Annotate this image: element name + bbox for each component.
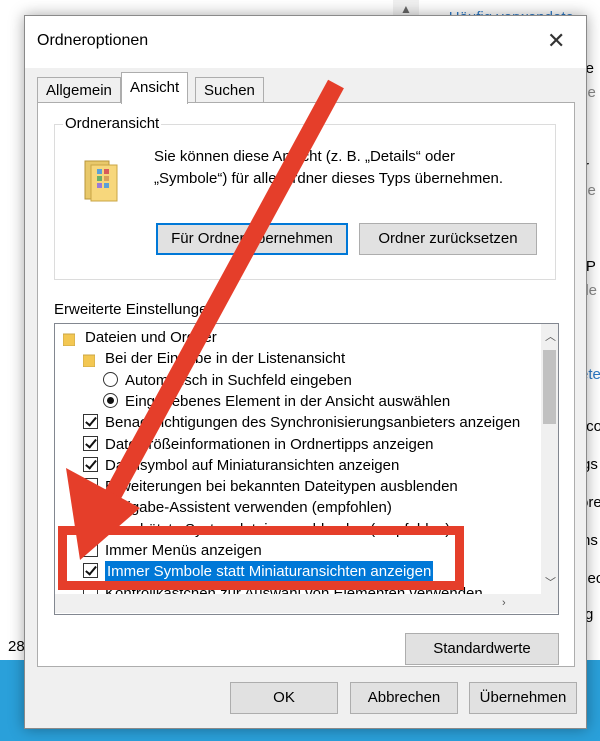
tree-item-label: Freigabe-Assistent verwenden (empfohlen): [105, 499, 392, 517]
checkbox[interactable]: [83, 414, 98, 430]
vertical-scrollbar[interactable]: ︿ ﹀: [541, 324, 558, 594]
chevron-up-icon: ▲: [400, 2, 412, 16]
bg-number: 28: [8, 638, 25, 655]
radio-button[interactable]: [103, 371, 118, 387]
cancel-button[interactable]: Abbrechen: [350, 682, 458, 714]
chevron-right-icon[interactable]: ›: [502, 597, 506, 609]
tree-item-label: Dateien und Ordner: [85, 329, 217, 346]
close-icon[interactable]: ✕: [547, 28, 565, 54]
defaults-button[interactable]: Standardwerte: [405, 633, 559, 665]
tree-item-label: Automatisch in Suchfeld eingeben: [125, 371, 352, 389]
tree-item-label: Bei der Eingabe in der Listenansicht: [105, 350, 346, 368]
tree-item-label: Dateigrößeinformationen in Ordnertipps a…: [105, 435, 434, 453]
horizontal-scrollbar[interactable]: ›: [55, 594, 541, 613]
chevron-up-icon[interactable]: ︿: [545, 328, 556, 344]
scrollbar-corner: [541, 594, 558, 613]
reset-folders-button[interactable]: Ordner zurücksetzen: [359, 223, 537, 255]
ok-button[interactable]: OK: [230, 682, 338, 714]
apply-button[interactable]: Übernehmen: [469, 682, 577, 714]
folder-view-icon: [84, 160, 118, 202]
checkbox[interactable]: [83, 456, 98, 472]
folder-view-title: Ordneransicht: [63, 115, 162, 132]
highlight-box: [58, 526, 464, 590]
tab-suchen[interactable]: Suchen: [195, 77, 264, 104]
tree-item-label: Eingegebenes Element in der Ansicht ausw…: [125, 392, 451, 410]
advanced-settings-title: Erweiterte Einstellungen:: [54, 301, 220, 318]
tree-item-label: Erweiterungen bei bekannten Dateitypen a…: [105, 478, 458, 496]
folder-icon: [82, 352, 96, 368]
scroll-thumb[interactable]: [543, 350, 556, 424]
tree-item-label: Benachrichtigungen des Synchronisierungs…: [105, 414, 521, 432]
tree-item-label: Dateisymbol auf Miniaturansichten anzeig…: [105, 456, 400, 474]
radio-button[interactable]: [103, 392, 118, 408]
folder-options-dialog: Ordneroptionen ✕ Allgemein Ansicht Suche…: [24, 15, 587, 729]
tab-ansicht[interactable]: Ansicht: [121, 72, 189, 104]
folder-icon: [62, 331, 76, 347]
apply-to-folders-button[interactable]: Für Ordner übernehmen: [156, 223, 348, 255]
checkbox[interactable]: [83, 478, 98, 494]
checkbox[interactable]: [83, 435, 98, 451]
chevron-down-icon[interactable]: ﹀: [545, 574, 556, 590]
folder-view-group: Ordneransicht Sie können diese Ansicht (…: [54, 115, 556, 280]
folder-view-description: Sie können diese Ansicht (z. B. „Details…: [154, 148, 504, 187]
checkbox[interactable]: [83, 499, 98, 515]
dialog-title: Ordneroptionen: [37, 32, 149, 49]
tab-allgemein[interactable]: Allgemein: [37, 77, 121, 104]
title-bar: Ordneroptionen ✕: [25, 16, 586, 68]
